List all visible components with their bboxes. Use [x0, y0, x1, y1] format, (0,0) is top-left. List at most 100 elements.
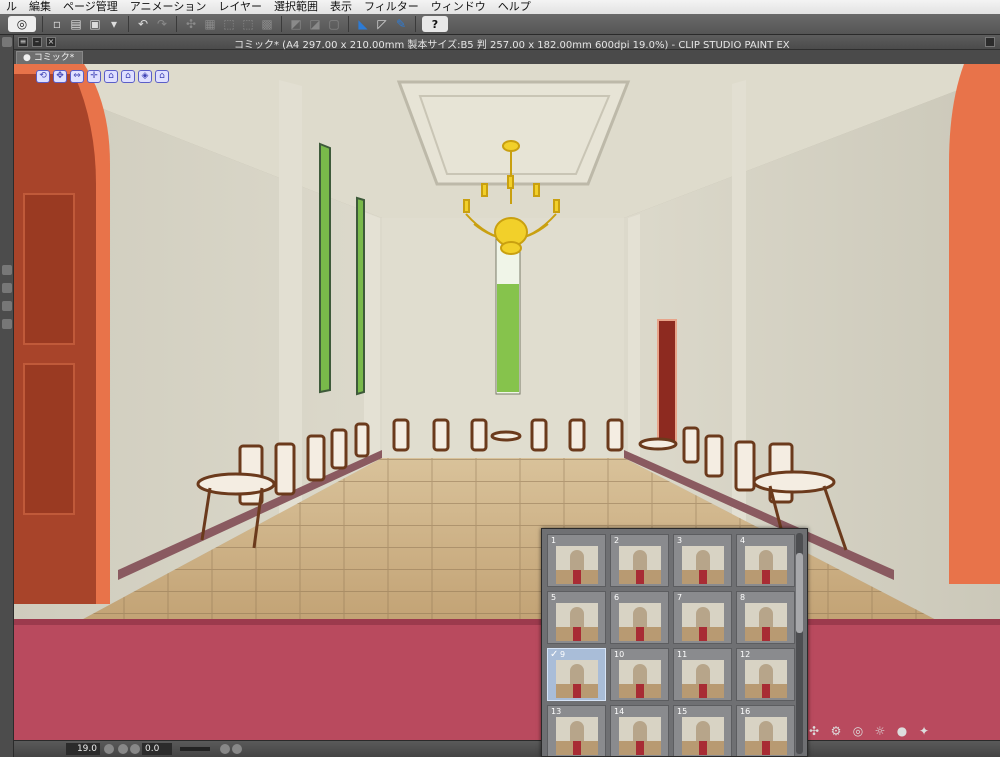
toolbar-divider [281, 16, 282, 32]
dock-grip-icon[interactable] [2, 37, 12, 47]
canvas-area[interactable]: ⟲ ✥ ⇔ ✛ ⌂ ⌂ ◈ ⌂ [14, 64, 1000, 740]
dock-tool-icon[interactable] [2, 283, 12, 293]
preset-number: 8 [740, 593, 746, 602]
rotate-camera-icon[interactable]: ⟲ [36, 70, 50, 83]
scene-preset-item[interactable]: 5 [547, 591, 606, 644]
scene-preset-item[interactable]: 8 [736, 591, 795, 644]
open-icon[interactable]: ▤ [68, 16, 84, 32]
gear-icon[interactable]: ⚙ [827, 723, 845, 739]
canvas-tab-bar: ● コミック* [14, 50, 1000, 64]
menu-animation[interactable]: アニメーション [124, 0, 213, 14]
3d-room-scene[interactable] [14, 64, 1000, 740]
menu-page-management[interactable]: ページ管理 [57, 0, 124, 14]
menu-help[interactable]: ヘルプ [492, 0, 537, 14]
dock-tool-icon[interactable] [2, 319, 12, 329]
preset-thumbnail [745, 717, 787, 755]
menu-window[interactable]: ウィンドウ [425, 0, 492, 14]
crop-icon[interactable]: ◩ [288, 16, 304, 32]
dock-tool-icon[interactable] [2, 265, 12, 275]
menu-layer[interactable]: レイヤー [212, 0, 268, 14]
flip-vertical-icon[interactable] [232, 744, 242, 754]
preset-number: 13 [551, 707, 562, 716]
move-object-icon[interactable]: ✛ [87, 70, 101, 83]
menu-filter[interactable]: フィルター [358, 0, 425, 14]
scene-preset-item[interactable]: 12 [736, 648, 795, 701]
menu-bar: ル 編集 ページ管理 アニメーション レイヤー 選択範囲 表示 フィルター ウィ… [0, 0, 1000, 14]
rotate-axis-icon[interactable]: ◈ [138, 70, 152, 83]
navigator-status-bar: 19.0 0.0 [14, 740, 1000, 757]
menu-edit[interactable]: 編集 [23, 0, 57, 14]
rotation-angle[interactable]: 0.0 [142, 743, 172, 755]
invert-selection-icon[interactable]: ▩ [259, 16, 275, 32]
deselect-icon[interactable]: ⬚ [240, 16, 256, 32]
toolbar-divider [348, 16, 349, 32]
undo-icon[interactable]: ↶ [135, 16, 151, 32]
minimize-icon[interactable]: – [32, 37, 42, 47]
light-icon[interactable]: ☼ [871, 723, 889, 739]
new-icon[interactable]: ▫ [49, 16, 65, 32]
sphere-icon[interactable]: ● [893, 723, 911, 739]
toolbar-divider [176, 16, 177, 32]
preset-number: 9 [560, 650, 566, 659]
rotate-plane-icon[interactable]: ⌂ [121, 70, 135, 83]
left-dock-strip [0, 35, 14, 757]
scene-preset-item[interactable]: 2 [610, 534, 669, 587]
palette-scrollbar[interactable] [796, 533, 803, 754]
save-icon[interactable]: ▣ [87, 16, 103, 32]
preset-thumbnail [556, 603, 598, 641]
scene-preset-item[interactable]: 11 [673, 648, 732, 701]
redo-icon[interactable]: ↷ [154, 16, 170, 32]
scene-preset-item[interactable]: 3 [673, 534, 732, 587]
rotate-object-icon[interactable]: ⌂ [104, 70, 118, 83]
preset-thumbnail [745, 603, 787, 641]
preset-number: 3 [677, 536, 683, 545]
tab-comic[interactable]: ● コミック* [16, 51, 84, 64]
maximize-icon[interactable] [985, 37, 995, 47]
menu-file[interactable]: ル [0, 0, 23, 14]
pan-camera-icon[interactable]: ✥ [53, 70, 67, 83]
lock-icon[interactable]: ✦ [915, 723, 933, 739]
pen-icon[interactable]: ✎ [393, 16, 409, 32]
fit-icon[interactable] [118, 744, 128, 754]
zoom-stepper-icon[interactable] [104, 744, 114, 754]
scene-preset-item[interactable]: 15 [673, 705, 732, 756]
help-icon[interactable]: ? [422, 16, 448, 32]
scene-preset-item[interactable]: 10 [610, 648, 669, 701]
transform-icon[interactable]: ▦ [202, 16, 218, 32]
snap-to-ruler-icon[interactable]: ◣ [355, 16, 371, 32]
scene-preset-item[interactable]: 4 [736, 534, 795, 587]
clip-studio-icon[interactable]: ◎ [8, 16, 36, 32]
window-menu-icon[interactable]: ≡ [18, 37, 28, 47]
menu-view[interactable]: 表示 [324, 0, 358, 14]
scrollbar-thumb[interactable] [796, 553, 803, 633]
carpet-edge [14, 619, 1000, 625]
scene-preset-item[interactable]: 16 [736, 705, 795, 756]
actual-size-icon[interactable] [130, 744, 140, 754]
clear-selection-icon[interactable]: ▢ [326, 16, 342, 32]
preset-number: 12 [740, 650, 751, 659]
menu-selection[interactable]: 選択範囲 [268, 0, 324, 14]
window-title: コミック* (A4 297.00 x 210.00mm 製本サイズ:B5 判 2… [234, 40, 790, 51]
layer-icon[interactable]: ◪ [307, 16, 323, 32]
dock-tool-icon[interactable] [2, 301, 12, 311]
right-pilaster-back [628, 214, 640, 460]
scene-preset-grid: 1 2 3 4 5 6 7 8 ✓ 9 10 11 12 13 14 15 16 [547, 534, 795, 756]
snap-to-special-ruler-icon[interactable]: ◸ [374, 16, 390, 32]
scale-object-icon[interactable]: ⌂ [155, 70, 169, 83]
scene-preset-item[interactable]: 7 [673, 591, 732, 644]
scene-preset-item[interactable]: 13 [547, 705, 606, 756]
scene-preset-item[interactable]: 6 [610, 591, 669, 644]
scene-preset-item[interactable]: ✓ 9 [547, 648, 606, 701]
rotation-slider[interactable] [180, 747, 210, 751]
scene-preset-item[interactable]: 14 [610, 705, 669, 756]
selection-icon[interactable]: ⬚ [221, 16, 237, 32]
zoom-value[interactable]: 19.0 [66, 743, 100, 755]
zoom-camera-icon[interactable]: ⇔ [70, 70, 84, 83]
save-as-icon[interactable]: ▾ [106, 16, 122, 32]
close-icon[interactable]: × [46, 37, 56, 47]
scene-preset-item[interactable]: 1 [547, 534, 606, 587]
toolbar-divider [42, 16, 43, 32]
clear-icon[interactable]: ✣ [183, 16, 199, 32]
camera-icon[interactable]: ◎ [849, 723, 867, 739]
flip-horizontal-icon[interactable] [220, 744, 230, 754]
